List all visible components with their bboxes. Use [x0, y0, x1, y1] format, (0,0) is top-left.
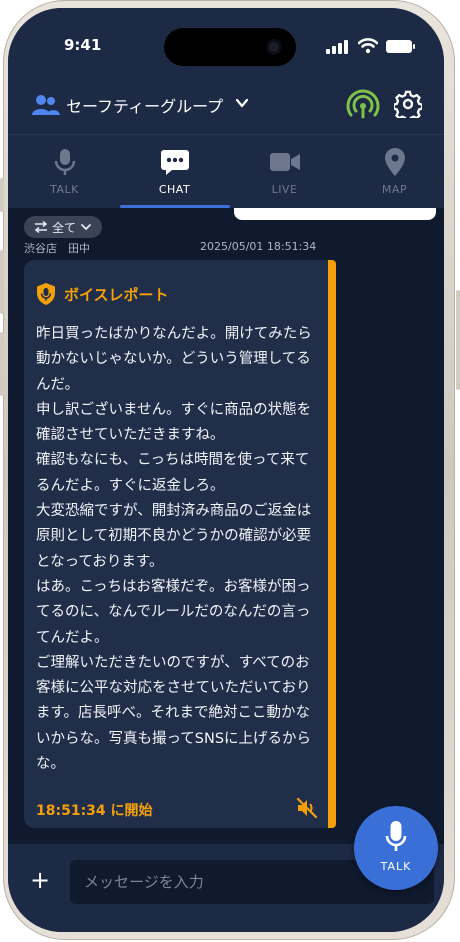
pin-icon: [384, 148, 405, 176]
app-header: セーフティーグループ: [8, 78, 444, 134]
voice-report-message[interactable]: ボイスレポート 昨日買ったばかりなんだよ。開けてみたら動かないじゃないか。どうい…: [24, 260, 336, 828]
tab-label: CHAT: [158, 183, 191, 196]
tab-label: TALK: [50, 183, 79, 196]
dynamic-island: [164, 28, 296, 66]
mic-icon: [54, 149, 75, 175]
shield-mic-icon: [37, 283, 55, 305]
transcript-line: 確認もなにも、こっちは時間を使って来てるんだよ。すぐに返金しろ。: [36, 452, 310, 494]
start-suffix: に開始: [105, 803, 153, 819]
transcript-line: 大変恐縮ですが、開封済み商品のご返金は原則として初期不良かどうかの確認が必要とな…: [36, 503, 312, 570]
tab-live[interactable]: LIVE: [230, 135, 339, 209]
broadcast-icon[interactable]: [346, 89, 380, 121]
tab-bar: TALK CHAT LIVE MAP: [8, 134, 444, 209]
transcript-line: 申し訳ございません。すぐに商品の状態を確認させていただきますね。: [36, 401, 312, 444]
screen: 9:41 セーフティーグループ TALK CHAT LIVE MAP 全て 渋谷…: [8, 8, 444, 932]
mic-icon: [385, 821, 407, 851]
start-time: 18:51:34: [36, 803, 106, 819]
message-sender: 渋谷店 田中: [24, 242, 90, 255]
power-button: [456, 290, 460, 390]
previous-message-bubble[interactable]: [234, 208, 436, 220]
tab-map[interactable]: MAP: [340, 135, 444, 209]
transcript-line: ご理解いただきたいのですが、すべてのお客様に公平な対応をさせていただいております…: [36, 654, 312, 773]
tab-chat[interactable]: CHAT: [120, 135, 229, 209]
status-time: 9:41: [64, 36, 102, 54]
group-name[interactable]: セーフティーグループ: [66, 93, 223, 117]
filter-dropdown[interactable]: 全て: [24, 216, 103, 238]
volume-up-button: [0, 250, 4, 314]
tab-label: LIVE: [271, 183, 298, 196]
gear-icon[interactable]: [394, 90, 422, 118]
talk-button-label: TALK: [380, 860, 412, 873]
speaker-mute-icon[interactable]: [296, 798, 318, 818]
chevron-down-icon: [81, 224, 91, 231]
add-button[interactable]: +: [30, 866, 50, 894]
tab-label: MAP: [381, 183, 408, 196]
message-timestamp: 2025/05/01 18:51:34: [200, 240, 317, 253]
tab-talk[interactable]: TALK: [10, 135, 119, 209]
chat-area[interactable]: 全て 渋谷店 田中 2025/05/01 18:51:34 ボイスレポート 昨日…: [8, 208, 444, 844]
voice-report-header: ボイスレポート: [36, 282, 169, 306]
transcript-line: はあ。こっちはお客様だぞ。お客様が困ってるのに、なんでルールだのなんだの言ってん…: [36, 578, 311, 646]
chevron-down-icon[interactable]: [234, 95, 250, 111]
action-button: [0, 178, 4, 212]
signal-icon: [326, 40, 348, 54]
voice-report-title: ボイスレポート: [64, 285, 169, 304]
volume-down-button: [0, 332, 4, 396]
filter-label: 全て: [52, 220, 77, 235]
group-icon: [32, 95, 60, 115]
talk-button[interactable]: TALK: [354, 806, 438, 890]
status-bar: 9:41: [8, 8, 444, 88]
voice-report-transcript: 昨日買ったばかりなんだよ。開けてみたら動かないじゃないか。どういう管理してるんだ…: [36, 322, 322, 777]
wifi-icon: [358, 38, 378, 54]
chat-icon: [160, 150, 189, 175]
camera-icon: [266, 39, 282, 55]
video-icon: [269, 153, 300, 171]
battery-icon: [386, 40, 415, 53]
swap-icon: [34, 221, 48, 233]
transcript-line: 昨日買ったばかりなんだよ。開けてみたら動かないじゃないか。どういう管理してるんだ…: [36, 326, 312, 393]
voice-report-start: 18:51:34 に開始: [36, 800, 153, 820]
